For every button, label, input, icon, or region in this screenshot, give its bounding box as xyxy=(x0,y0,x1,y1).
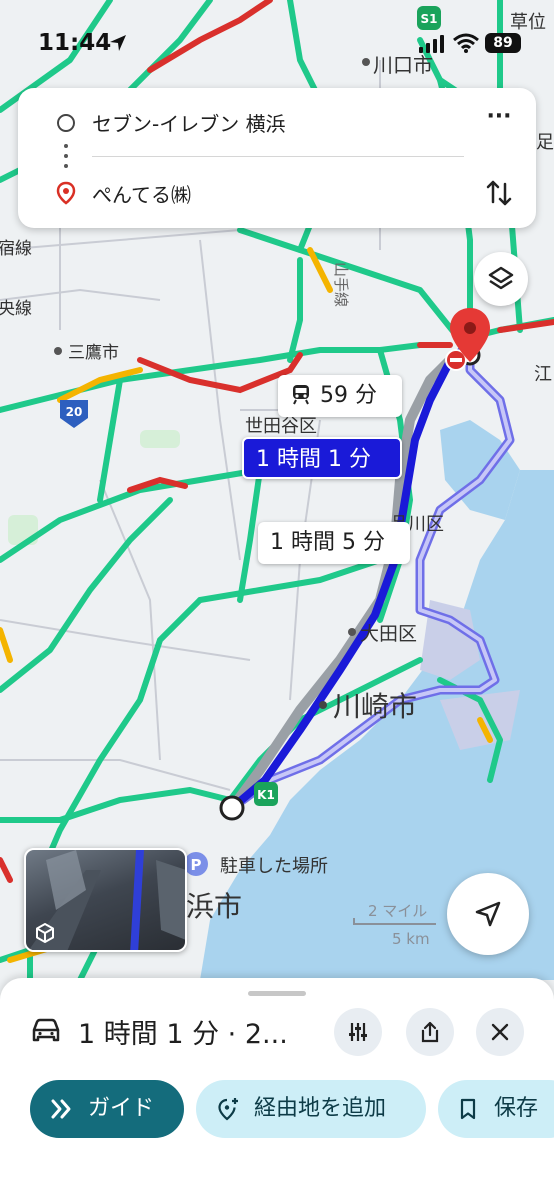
route-shield-k1: K1 xyxy=(254,782,278,806)
battery-indicator: 89 xyxy=(485,33,521,53)
add-location-icon xyxy=(218,1098,238,1121)
add-waypoint-button[interactable]: 経由地を追加 xyxy=(196,1080,426,1138)
cellular-signal-icon xyxy=(419,35,444,53)
more-options-button[interactable]: ··· xyxy=(480,106,518,140)
add-waypoint-label: 経由地を追加 xyxy=(254,1096,387,1121)
navigation-arrow-icon xyxy=(475,901,501,927)
svg-text:宿線: 宿線 xyxy=(0,239,32,259)
svg-text:山手線: 山手線 xyxy=(332,262,350,307)
svg-text:世田谷区: 世田谷区 xyxy=(245,416,317,437)
swap-icon[interactable] xyxy=(480,174,518,212)
chevrons-right-icon xyxy=(51,1099,71,1119)
sliders-icon xyxy=(349,1023,367,1041)
svg-text:P: P xyxy=(191,856,202,874)
route-dots-icon xyxy=(64,144,68,168)
status-time: 11:44 xyxy=(38,30,112,56)
share-icon xyxy=(421,1021,439,1043)
alt-route-callout[interactable]: 1 時間 5 分 xyxy=(258,522,410,564)
wifi-icon xyxy=(453,33,479,53)
origin-marker xyxy=(219,795,245,821)
cube-icon xyxy=(36,923,54,943)
selected-route-callout[interactable]: 1 時間 1 分 xyxy=(242,437,402,479)
location-arrow-icon xyxy=(110,35,126,51)
layers-icon xyxy=(488,266,514,290)
street-view-thumbnail[interactable] xyxy=(24,848,187,952)
transit-route-callout[interactable]: 59 分 xyxy=(278,375,402,417)
route-summary: 1 時間 1 分 · 2... xyxy=(78,1019,288,1050)
share-button[interactable] xyxy=(406,1008,454,1056)
svg-text:三鷹市: 三鷹市 xyxy=(68,342,119,363)
destination-field[interactable]: ぺんてる㈱ xyxy=(92,179,191,208)
svg-text:足立: 足立 xyxy=(536,132,554,153)
svg-text:央線: 央線 xyxy=(0,299,32,319)
close-icon xyxy=(491,1023,509,1041)
my-location-button[interactable] xyxy=(447,873,529,955)
origin-circle-icon xyxy=(57,114,75,132)
route-bottom-sheet: 1 時間 1 分 · 2... ガイド 経由地を追加 保存 xyxy=(0,978,554,1200)
svg-text:2 マイル: 2 マイル xyxy=(368,902,427,920)
destination-pin-outline-icon xyxy=(56,181,76,205)
svg-text:川崎市: 川崎市 xyxy=(333,690,417,723)
guide-button[interactable]: ガイド xyxy=(30,1080,184,1138)
svg-text:大田区: 大田区 xyxy=(360,623,417,645)
sheet-drag-handle[interactable] xyxy=(248,991,306,996)
train-icon xyxy=(293,385,309,405)
transit-time: 59 分 xyxy=(320,383,377,408)
directions-card: セブン-イレブン 横浜 ぺんてる㈱ ··· xyxy=(18,88,536,228)
save-label: 保存 xyxy=(494,1096,539,1121)
layers-button[interactable] xyxy=(474,252,528,306)
route-options-button[interactable] xyxy=(334,1008,382,1056)
svg-text:5 km: 5 km xyxy=(392,930,430,948)
origin-field[interactable]: セブン-イレブン 横浜 xyxy=(92,108,286,137)
close-button[interactable] xyxy=(476,1008,524,1056)
guide-label: ガイド xyxy=(88,1096,155,1121)
status-bar: 11:44 89 xyxy=(0,0,554,88)
divider xyxy=(92,156,464,157)
svg-text:駐車した場所: 駐車した場所 xyxy=(220,856,328,877)
svg-text:K1: K1 xyxy=(257,788,275,802)
svg-text:江: 江 xyxy=(534,364,552,385)
bookmark-icon xyxy=(460,1098,476,1120)
svg-text:20: 20 xyxy=(66,405,83,419)
svg-text:浜市: 浜市 xyxy=(186,890,242,923)
car-icon xyxy=(32,1018,60,1042)
save-button[interactable]: 保存 xyxy=(438,1080,554,1138)
